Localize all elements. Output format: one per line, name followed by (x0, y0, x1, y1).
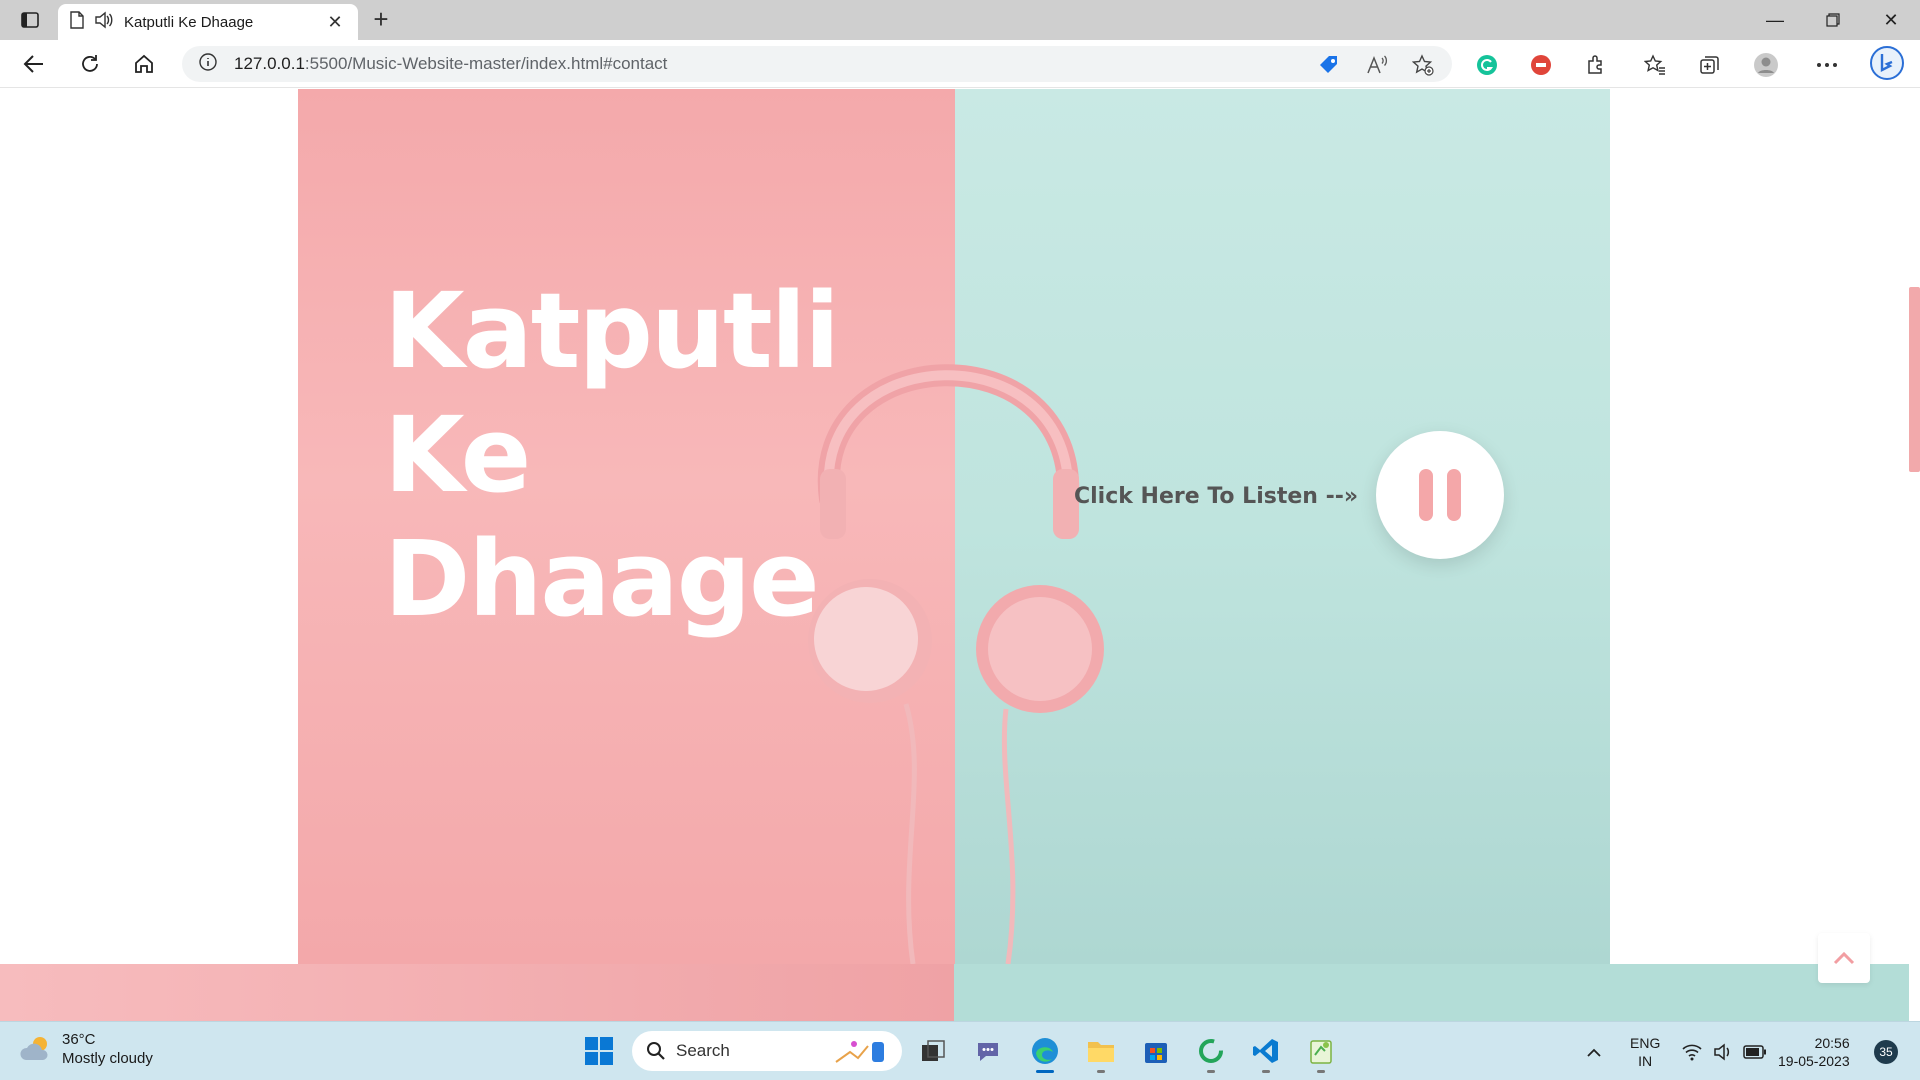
url-host: 127.0.0.1 (234, 54, 305, 73)
edge-active-indicator (1036, 1070, 1054, 1073)
taskbar-search[interactable]: Search (632, 1031, 902, 1071)
window-controls: — ✕ (1746, 0, 1920, 40)
weather-widget[interactable]: 36°C Mostly cloudy (20, 1030, 153, 1068)
search-icon (647, 1042, 665, 1060)
scrollbar-thumb[interactable] (1909, 287, 1920, 472)
home-icon[interactable] (126, 48, 162, 80)
edge-browser-icon[interactable] (1027, 1033, 1063, 1073)
bing-copilot-icon[interactable] (1870, 46, 1904, 80)
footer-mint-strip (954, 964, 1909, 1021)
adblock-icon[interactable] (1528, 52, 1554, 78)
explorer-indicator (1097, 1070, 1105, 1073)
notification-badge[interactable]: 35 (1874, 1040, 1898, 1064)
scrollbar-track[interactable] (1909, 89, 1920, 1021)
microsoft-store-icon[interactable] (1138, 1033, 1174, 1069)
extensions-icon[interactable] (1583, 52, 1609, 78)
song-title: Katputli Ke Dhaage (384, 269, 840, 641)
teams-chat-icon[interactable] (970, 1033, 1006, 1069)
pause-button[interactable] (1376, 431, 1504, 559)
close-window-icon[interactable]: ✕ (1862, 0, 1920, 40)
profile-avatar-icon[interactable] (1753, 52, 1779, 78)
collections-icon[interactable] (1697, 52, 1723, 78)
url-text[interactable]: 127.0.0.1:5500/Music-Website-master/inde… (234, 54, 667, 74)
pause-icon-bar-left (1419, 469, 1433, 521)
windows-start-icon[interactable] (584, 1036, 614, 1066)
tab-title: Katputli Ke Dhaage (124, 13, 254, 31)
vscode-indicator (1262, 1070, 1270, 1073)
wifi-icon (1682, 1044, 1702, 1060)
language-code: ENG (1630, 1034, 1661, 1051)
read-aloud-icon[interactable] (1366, 54, 1388, 76)
clock[interactable]: 20:56 19-05-2023 (1778, 1022, 1850, 1080)
notepad-indicator (1317, 1070, 1325, 1073)
grammarly-icon[interactable] (1474, 52, 1500, 78)
vscode-icon[interactable] (1248, 1033, 1284, 1073)
listen-label[interactable]: Click Here To Listen --» (1074, 484, 1358, 509)
language-indicator[interactable]: ENG IN (1630, 1022, 1660, 1080)
song-title-line-1: Katputli (384, 270, 840, 392)
battery-icon (1743, 1044, 1766, 1059)
speaker-icon[interactable] (94, 11, 114, 34)
browser-tab[interactable]: Katputli Ke Dhaage ✕ (58, 4, 358, 40)
weather-temperature: 36°C (62, 1031, 96, 1048)
chevron-up-icon (1587, 1048, 1601, 1057)
shopping-tag-icon[interactable] (1318, 54, 1340, 76)
browser-toolbar: 127.0.0.1:5500/Music-Website-master/inde… (0, 40, 1920, 88)
show-hidden-icons[interactable] (1586, 1022, 1602, 1080)
url-path: :5500/Music-Website-master/index.html#co… (304, 54, 668, 73)
search-label: Search (676, 1041, 730, 1060)
footer-pink-strip (0, 964, 954, 1021)
chevron-up-icon (1833, 951, 1855, 965)
scroll-to-top-button[interactable] (1818, 933, 1870, 983)
web-page: Katputli Ke Dhaage Click Here To Listen … (0, 89, 1920, 1021)
sync-app-icon[interactable] (1193, 1033, 1229, 1073)
add-favorite-icon[interactable] (1412, 54, 1434, 76)
page-icon (70, 10, 84, 34)
song-title-line-2: Ke (384, 394, 531, 516)
favorites-icon[interactable] (1642, 52, 1668, 78)
region-code: IN (1638, 1052, 1653, 1069)
clock-time: 20:56 (1814, 1034, 1850, 1051)
browser-tab-strip: Katputli Ke Dhaage ✕ + — ✕ (0, 0, 1920, 40)
new-tab-button[interactable]: + (366, 6, 396, 34)
info-icon[interactable] (198, 52, 218, 77)
notepad-plus-icon[interactable] (1303, 1033, 1339, 1073)
minimize-icon[interactable]: — (1746, 0, 1804, 40)
weather-description: Mostly cloudy (62, 1050, 153, 1067)
tab-close-icon[interactable]: ✕ (324, 12, 346, 33)
search-highlight-icon (835, 1041, 884, 1063)
windows-taskbar: 36°C Mostly cloudy Search ENG IN 20:56 1… (0, 1021, 1920, 1080)
back-arrow-icon[interactable] (16, 48, 52, 80)
address-bar[interactable]: 127.0.0.1:5500/Music-Website-master/inde… (182, 46, 1452, 82)
more-options-icon[interactable] (1814, 52, 1840, 78)
hero-section: Katputli Ke Dhaage Click Here To Listen … (298, 89, 1610, 964)
cloud-sun-icon (20, 1037, 48, 1060)
sync-app-indicator (1207, 1070, 1215, 1073)
file-explorer-icon[interactable] (1083, 1033, 1119, 1073)
pause-icon-bar-right (1447, 469, 1461, 521)
system-tray-icons[interactable] (1681, 1022, 1767, 1080)
clock-date: 19-05-2023 (1778, 1052, 1850, 1069)
tab-actions-icon[interactable] (14, 8, 46, 32)
task-view-icon[interactable] (915, 1033, 951, 1069)
refresh-icon[interactable] (72, 48, 108, 80)
volume-icon (1714, 1042, 1730, 1061)
song-title-line-3: Dhaage (384, 518, 820, 640)
restore-icon[interactable] (1804, 0, 1862, 40)
